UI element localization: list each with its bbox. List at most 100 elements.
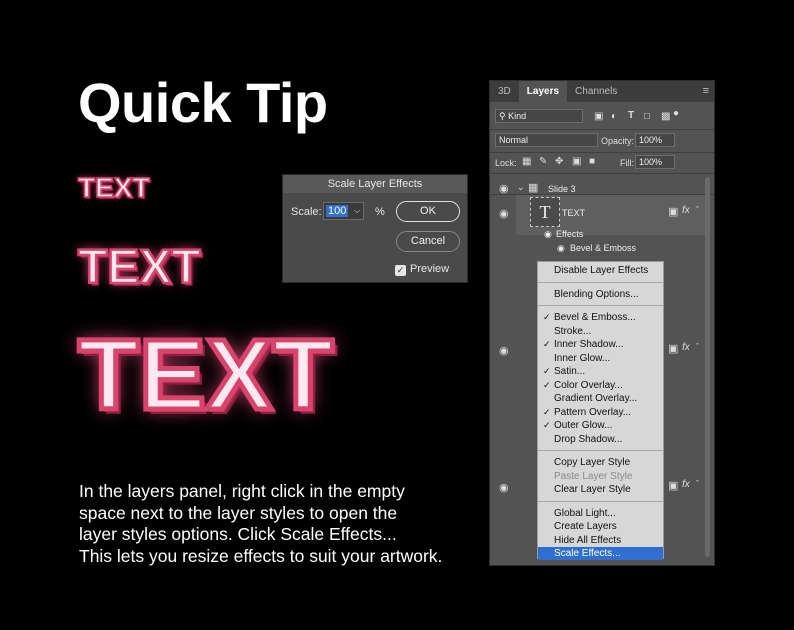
tab-channels[interactable]: Channels xyxy=(567,81,625,102)
preview-label: Preview xyxy=(410,263,450,275)
menu-item-satin[interactable]: ✓ Satin... xyxy=(538,365,663,378)
menu-item-label: Satin... xyxy=(554,366,586,377)
layer-style-context-menu: Disable Layer Effects Blending Options...… xyxy=(537,261,664,560)
smart-filter-icon: ▣ xyxy=(668,343,679,355)
kind-filter-select[interactable]: ⚲ Kind xyxy=(495,109,583,123)
menu-item-scale-effects[interactable]: Scale Effects... xyxy=(538,547,663,560)
fx-icon[interactable]: fx xyxy=(682,479,690,490)
menu-item-gradient-overlay[interactable]: Gradient Overlay... xyxy=(538,392,663,405)
description-line: This lets you resize effects to suit you… xyxy=(79,545,443,566)
checkmark-icon: ✓ xyxy=(543,312,551,322)
tip-description: In the layers panel, right click in the … xyxy=(79,481,479,567)
menu-divider xyxy=(538,450,663,451)
search-icon: ⚲ xyxy=(499,111,509,121)
menu-item-paste-layer-style: Paste Layer Style xyxy=(538,470,663,483)
menu-item-label: Copy Layer Style xyxy=(554,457,631,468)
effect-bevel-emboss[interactable]: Bevel & Emboss xyxy=(570,243,636,253)
eye-icon[interactable]: ◉ xyxy=(544,229,552,240)
menu-item-stroke[interactable]: Stroke... xyxy=(538,325,663,338)
chevron-up-icon[interactable]: ˆ xyxy=(696,479,699,489)
shape-filter-icon[interactable]: □ xyxy=(644,111,650,122)
menu-item-inner-glow[interactable]: Inner Glow... xyxy=(538,352,663,365)
artboard-icon[interactable]: ▣ xyxy=(572,156,581,167)
group-name: Slide 3 xyxy=(548,184,576,194)
menu-item-label: Stroke... xyxy=(554,325,592,337)
menu-item-hide-all-effects[interactable]: Hide All Effects xyxy=(538,534,663,547)
scale-label: Scale: xyxy=(291,206,322,218)
lock-all-icon[interactable]: ■ xyxy=(589,156,595,167)
tab-layers[interactable]: Layers xyxy=(518,81,568,102)
fx-icon[interactable]: fx xyxy=(682,342,690,353)
ok-button[interactable]: OK xyxy=(396,201,460,222)
adjustment-filter-icon[interactable]: ◐ xyxy=(611,111,617,122)
menu-item-label: Drop Shadow... xyxy=(554,433,623,445)
smart-filter-icon: ▣ xyxy=(668,480,679,492)
effects-label: Effects xyxy=(556,229,584,239)
scale-value[interactable]: 100 xyxy=(326,205,349,217)
type-filter-icon[interactable]: T xyxy=(628,110,634,121)
scale-input[interactable]: 100 ⌵ xyxy=(323,202,364,220)
checkmark-icon[interactable]: ✓ xyxy=(395,265,406,276)
preview-checkbox[interactable]: ✓ Preview xyxy=(395,263,449,276)
menu-item-color-overlay[interactable]: ✓ Color Overlay... xyxy=(538,379,663,392)
description-line: space next to the layer styles to open t… xyxy=(79,502,398,523)
menu-item-bevel-emboss[interactable]: ✓ Bevel & Emboss... xyxy=(538,311,663,324)
chevron-down-icon[interactable]: ⌵ xyxy=(352,203,362,219)
eye-icon[interactable]: ◉ xyxy=(499,344,509,357)
menu-item-label: Hide All Effects xyxy=(554,534,622,546)
kind-label: Kind xyxy=(508,111,527,121)
menu-item-blending-options[interactable]: Blending Options... xyxy=(538,288,663,301)
panel-tabs: 3D Layers Channels ≡ xyxy=(490,81,714,102)
lock-transparent-icon[interactable]: ▦ xyxy=(522,156,531,167)
menu-item-label: Inner Shadow... xyxy=(554,339,624,350)
menu-divider xyxy=(538,281,663,283)
panel-scrollbar[interactable] xyxy=(705,177,710,557)
menu-item-label: Scale Effects... xyxy=(554,548,621,559)
menu-item-label: Global Light... xyxy=(554,507,616,519)
text-layer-thumbnail: T xyxy=(530,197,560,227)
folder-icon: ▦ xyxy=(528,182,539,194)
menu-item-label: Paste Layer Style xyxy=(554,470,633,482)
chevron-up-icon[interactable]: ˆ xyxy=(696,342,699,352)
checkmark-icon: ✓ xyxy=(543,379,551,390)
eye-icon[interactable]: ◉ xyxy=(557,243,565,254)
menu-item-create-layers[interactable]: Create Layers xyxy=(538,520,663,533)
checkmark-icon: ✓ xyxy=(543,420,551,430)
fx-icon[interactable]: fx xyxy=(682,205,690,216)
lock-label: Lock: xyxy=(495,158,517,168)
menu-item-label: Create Layers xyxy=(554,521,617,532)
menu-item-label: Inner Glow... xyxy=(554,352,611,364)
filter-toggle-icon[interactable]: ● xyxy=(673,108,679,119)
menu-item-label: Outer Glow... xyxy=(554,420,613,431)
smart-object-filter-icon[interactable]: ▩ xyxy=(661,111,670,122)
menu-item-inner-shadow[interactable]: ✓ Inner Shadow... xyxy=(538,338,663,351)
lock-position-icon[interactable]: ✥ xyxy=(555,156,563,167)
checkmark-icon: ✓ xyxy=(543,366,551,376)
menu-item-clear-layer-style[interactable]: Clear Layer Style xyxy=(538,483,663,496)
cancel-button[interactable]: Cancel xyxy=(396,231,460,252)
menu-item-pattern-overlay[interactable]: ✓ Pattern Overlay... xyxy=(538,406,663,419)
lock-pixels-icon[interactable]: ✎ xyxy=(539,156,547,167)
chevron-down-icon[interactable]: ⌄ xyxy=(517,182,525,193)
menu-item-outer-glow[interactable]: ✓ Outer Glow... xyxy=(538,419,663,432)
menu-item-disable-layer-effects[interactable]: Disable Layer Effects xyxy=(538,264,663,277)
menu-item-drop-shadow[interactable]: Drop Shadow... xyxy=(538,433,663,446)
menu-item-copy-layer-style[interactable]: Copy Layer Style xyxy=(538,456,663,469)
panel-menu-icon[interactable]: ≡ xyxy=(703,81,714,102)
blend-mode-value: Normal xyxy=(499,135,529,145)
chevron-up-icon[interactable]: ˆ xyxy=(696,205,699,215)
fill-input[interactable]: 100% xyxy=(635,155,675,169)
opacity-input[interactable]: 100% xyxy=(635,133,675,147)
menu-item-label: Gradient Overlay... xyxy=(554,393,638,404)
menu-item-label: Color Overlay... xyxy=(554,379,623,391)
styled-text-large: TEXT xyxy=(76,319,337,431)
fill-value: 100% xyxy=(639,157,663,167)
checkmark-icon: ✓ xyxy=(543,339,551,349)
blend-mode-select[interactable]: Normal xyxy=(495,133,598,147)
checkmark-icon: ✓ xyxy=(543,406,551,417)
tab-3d[interactable]: 3D xyxy=(490,81,519,102)
image-filter-icon[interactable]: ▣ xyxy=(594,111,603,122)
eye-icon[interactable]: ◉ xyxy=(499,207,509,220)
menu-item-global-light[interactable]: Global Light... xyxy=(538,507,663,520)
eye-icon[interactable]: ◉ xyxy=(499,481,509,494)
